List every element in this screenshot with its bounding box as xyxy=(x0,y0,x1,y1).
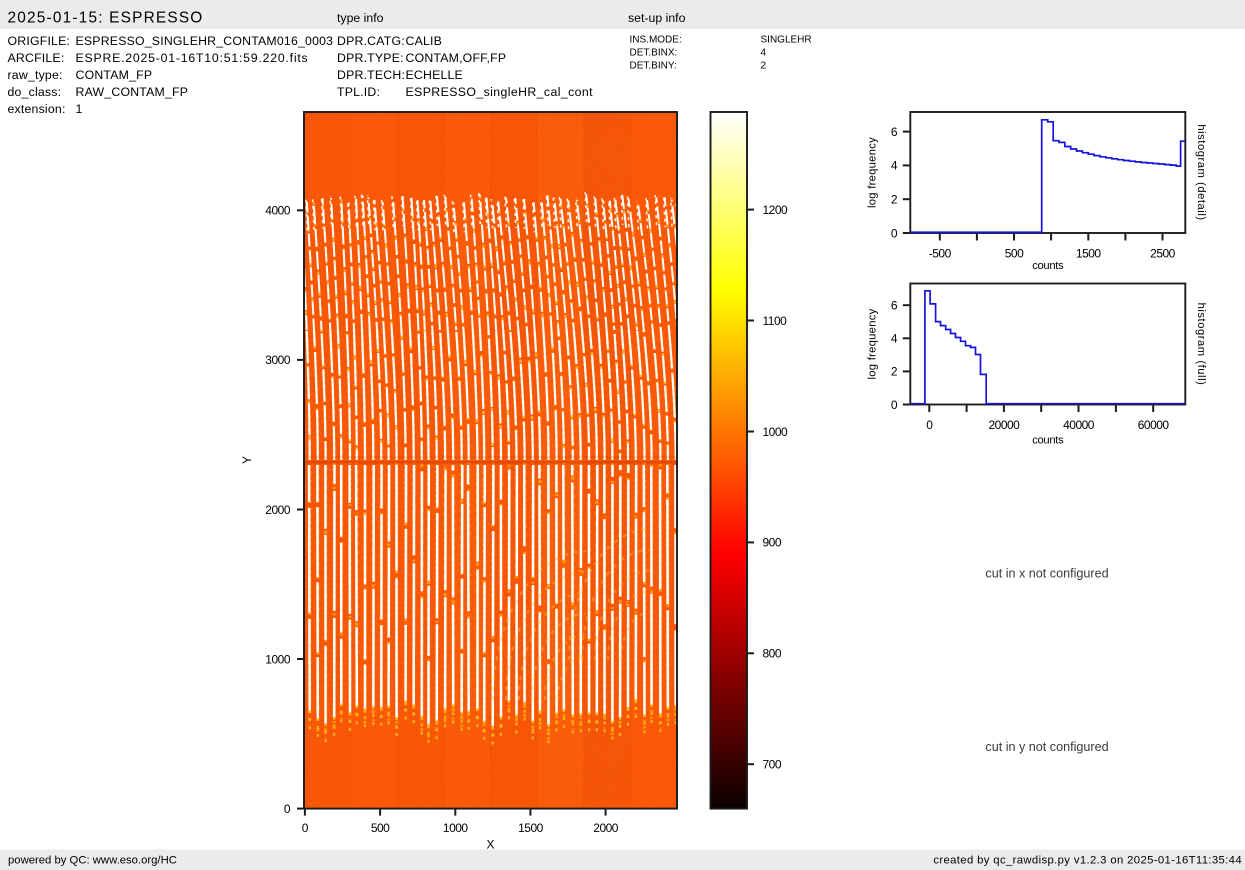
svg-text:2025-01-15: ESPRESSO: 2025-01-15: ESPRESSO xyxy=(8,9,204,26)
svg-text:20000: 20000 xyxy=(988,418,1020,432)
svg-text:2: 2 xyxy=(891,365,898,379)
svg-text:6: 6 xyxy=(891,125,898,139)
svg-text:1200: 1200 xyxy=(763,203,789,217)
svg-text:INS.MODE:: INS.MODE: xyxy=(630,35,682,46)
svg-text:1100: 1100 xyxy=(763,314,788,328)
svg-text:log frequency: log frequency xyxy=(866,137,878,208)
svg-text:4: 4 xyxy=(891,332,898,346)
svg-text:CALIB: CALIB xyxy=(406,34,443,48)
svg-text:4000: 4000 xyxy=(265,204,291,218)
svg-text:histogram (full): histogram (full) xyxy=(1195,303,1207,386)
svg-text:log frequency: log frequency xyxy=(866,308,878,379)
svg-text:X: X xyxy=(486,838,494,852)
svg-text:0: 0 xyxy=(891,226,898,240)
svg-text:CONTAM,OFF,FP: CONTAM,OFF,FP xyxy=(406,51,507,65)
svg-text:4: 4 xyxy=(891,159,898,173)
svg-text:4: 4 xyxy=(761,48,767,59)
svg-text:3000: 3000 xyxy=(265,353,291,367)
svg-text:60000: 60000 xyxy=(1138,418,1170,432)
svg-text:cut in y not configured: cut in y not configured xyxy=(985,740,1108,754)
svg-text:0: 0 xyxy=(926,418,933,432)
svg-text:extension:: extension: xyxy=(8,102,66,116)
svg-text:Y: Y xyxy=(240,456,254,464)
svg-text:histogram (detail): histogram (detail) xyxy=(1195,124,1207,220)
svg-text:1500: 1500 xyxy=(518,821,544,835)
svg-text:ESPRESSO_singleHR_cal_cont: ESPRESSO_singleHR_cal_cont xyxy=(406,85,594,99)
svg-text:0: 0 xyxy=(302,821,309,835)
svg-text:CONTAM_FP: CONTAM_FP xyxy=(76,68,153,82)
svg-text:2000: 2000 xyxy=(593,821,619,835)
svg-text:1500: 1500 xyxy=(1076,246,1102,260)
svg-text:800: 800 xyxy=(763,647,782,661)
svg-text:DET.BINX:: DET.BINX: xyxy=(630,48,678,59)
svg-text:RAW_CONTAM_FP: RAW_CONTAM_FP xyxy=(76,85,189,99)
svg-text:40000: 40000 xyxy=(1063,418,1095,432)
svg-text:SINGLEHR: SINGLEHR xyxy=(761,35,812,46)
svg-text:500: 500 xyxy=(1005,246,1024,260)
svg-text:do_class:: do_class: xyxy=(8,85,62,99)
svg-text:type info: type info xyxy=(337,11,384,25)
svg-text:0: 0 xyxy=(891,398,898,412)
svg-text:700: 700 xyxy=(763,758,782,772)
svg-text:DET.BINY:: DET.BINY: xyxy=(630,61,677,72)
svg-text:DPR.CATG:: DPR.CATG: xyxy=(337,34,405,48)
svg-text:ESPRE.2025-01-16T10:51:59.220.: ESPRE.2025-01-16T10:51:59.220.fits xyxy=(76,51,309,65)
svg-text:2: 2 xyxy=(891,193,898,207)
svg-text:ORIGFILE:: ORIGFILE: xyxy=(8,34,71,48)
svg-text:ESPRESSO_SINGLEHR_CONTAM016_00: ESPRESSO_SINGLEHR_CONTAM016_0003 xyxy=(76,34,334,48)
svg-text:counts: counts xyxy=(1032,434,1064,446)
svg-text:created by qc_rawdisp.py v1.2.: created by qc_rawdisp.py v1.2.3 on 2025-… xyxy=(933,855,1242,867)
svg-text:powered by QC: www.eso.org/HC: powered by QC: www.eso.org/HC xyxy=(8,855,177,867)
svg-text:2: 2 xyxy=(761,61,767,72)
svg-text:ECHELLE: ECHELLE xyxy=(406,68,463,82)
svg-text:900: 900 xyxy=(763,536,782,550)
svg-text:-500: -500 xyxy=(929,246,952,260)
svg-text:500: 500 xyxy=(371,821,390,835)
svg-text:cut in x not configured: cut in x not configured xyxy=(985,567,1108,581)
svg-text:TPL.ID:: TPL.ID: xyxy=(337,85,380,99)
svg-text:counts: counts xyxy=(1032,260,1064,272)
svg-text:DPR.TYPE:: DPR.TYPE: xyxy=(337,51,404,65)
svg-text:DPR.TECH:: DPR.TECH: xyxy=(337,68,405,82)
svg-text:set-up info: set-up info xyxy=(628,11,686,25)
svg-text:ARCFILE:: ARCFILE: xyxy=(8,51,65,65)
svg-text:2000: 2000 xyxy=(265,503,291,517)
svg-text:6: 6 xyxy=(891,299,898,313)
svg-text:1: 1 xyxy=(76,102,83,116)
svg-text:1000: 1000 xyxy=(763,425,789,439)
svg-text:0: 0 xyxy=(284,802,291,816)
svg-text:1000: 1000 xyxy=(265,652,291,666)
svg-text:1000: 1000 xyxy=(443,821,469,835)
svg-text:2500: 2500 xyxy=(1150,246,1176,260)
svg-text:raw_type:: raw_type: xyxy=(8,68,63,82)
